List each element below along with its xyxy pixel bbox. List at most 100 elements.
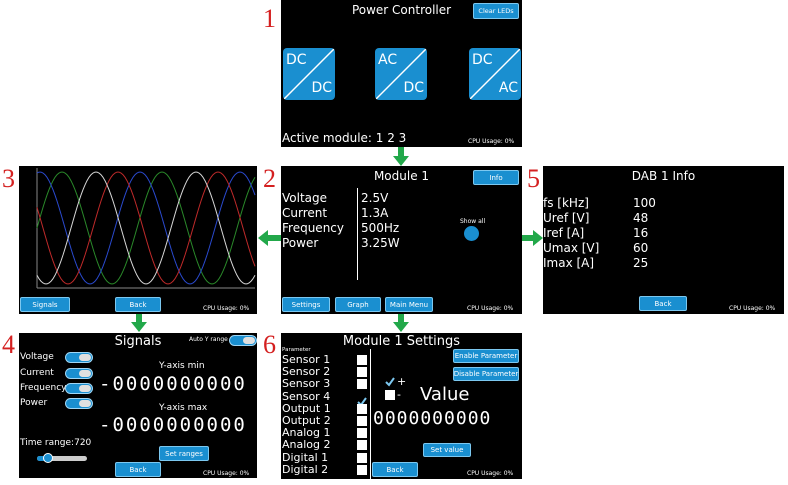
tile-top-label: DC (286, 52, 307, 68)
clear-leds-button[interactable]: Clear LEDs (473, 3, 519, 19)
param-sensor-4[interactable]: Sensor 4 (282, 390, 331, 403)
parameter-checkbox[interactable] (357, 452, 367, 463)
y-axis-max-label: Y-axis max (159, 403, 208, 413)
ac-dc-module-tile[interactable]: AC DC (375, 48, 427, 100)
toggle-knob (79, 370, 91, 377)
label-umax: Umax [V] (543, 241, 600, 255)
label-power: Power (282, 236, 319, 250)
step-number-1: 1 (263, 4, 276, 33)
signal-trace-4 (36, 171, 256, 285)
value-power: 3.25W (361, 236, 400, 250)
auto-y-range-toggle[interactable] (229, 335, 257, 346)
parameter-checkbox[interactable] (357, 464, 367, 475)
value-frequency: 500Hz (361, 221, 400, 235)
show-all-button[interactable] (464, 226, 479, 241)
screen-dab-info: DAB 1 Info fs [kHz] Uref [V] Iref [A] Um… (543, 166, 784, 314)
param-sensor-3[interactable]: Sensor 3 (282, 378, 331, 390)
value-voltage: 2.5V (361, 191, 389, 205)
arrow-down-icon (393, 314, 409, 332)
y-axis-min-input[interactable]: -0000000000 (99, 373, 247, 395)
plus-checkbox[interactable] (385, 377, 395, 387)
value-input[interactable]: 0000000000 (373, 408, 491, 429)
parameter-checkbox[interactable] (357, 355, 367, 365)
set-value-button[interactable]: Set value (423, 443, 471, 457)
time-range-label: Time range:720 (20, 438, 92, 448)
settings-button[interactable]: Settings (282, 297, 330, 312)
parameter-checkbox-checked[interactable] (357, 391, 367, 407)
signal-trace-2 (36, 171, 256, 285)
value-label: Value (420, 384, 470, 405)
screen-graph: Signals Back CPU Usage: 0% (19, 166, 257, 314)
arrow-left-icon (258, 230, 281, 246)
info-button[interactable]: Info (473, 170, 519, 185)
dab-parameter-labels: fs [kHz] Uref [V] Iref [A] Umax [V] Imax… (543, 196, 599, 271)
tile-bottom-label: DC (403, 80, 424, 96)
cpu-usage: CPU Usage: 0% (467, 470, 514, 477)
graph-button[interactable]: Graph (335, 297, 381, 312)
label-fs: fs [kHz] (543, 196, 589, 210)
toggle-knob (79, 385, 91, 392)
checkmark-icon (385, 377, 395, 387)
current-toggle[interactable] (65, 368, 93, 379)
tile-bottom-label: DC (311, 80, 332, 96)
screen-signals: Signals Auto Y range Voltage Current Fre… (19, 333, 257, 478)
cpu-usage: CPU Usage: 0% (203, 305, 250, 312)
signals-button[interactable]: Signals (20, 297, 70, 312)
param-digital-1[interactable]: Digital 1 (282, 451, 331, 464)
main-menu-button[interactable]: Main Menu (385, 297, 433, 312)
cpu-usage: CPU Usage: 0% (729, 305, 776, 312)
step-number-4: 4 (2, 330, 15, 359)
frequency-toggle[interactable] (65, 383, 93, 394)
cpu-usage: CPU Usage: 0% (203, 470, 250, 477)
value-umax: 60 (633, 241, 649, 255)
dab-parameter-values: 100 48 16 60 25 (633, 196, 656, 271)
toggle-knob (243, 337, 255, 344)
power-toggle[interactable] (65, 398, 93, 409)
divider (370, 349, 371, 479)
slider-handle[interactable] (43, 453, 53, 463)
tile-top-label: AC (378, 52, 398, 68)
screen-module-settings: Module 1 Settings Parameter Sensor 1 Sen… (281, 333, 522, 479)
set-ranges-button[interactable]: Set ranges (159, 446, 209, 461)
parameter-checkbox[interactable] (357, 403, 367, 414)
y-axis-min-label: Y-axis min (159, 361, 205, 371)
arrow-down-icon (393, 147, 409, 166)
screen-module-1: Module 1 Info Voltage Current Frequency … (281, 166, 522, 314)
show-all-label: Show all (460, 218, 486, 225)
parameter-checkbox[interactable] (357, 379, 367, 390)
parameter-checkbox[interactable] (357, 440, 367, 451)
param-analog-2[interactable]: Analog 2 (282, 439, 331, 451)
dc-dc-module-tile[interactable]: DC DC (283, 48, 335, 100)
plus-label: + (397, 375, 407, 388)
signal-label-frequency: Frequency (20, 383, 67, 393)
cpu-usage: CPU Usage: 0% (468, 138, 515, 145)
auto-y-range-label: Auto Y range (189, 336, 228, 343)
parameter-checkbox[interactable] (357, 367, 367, 378)
back-button[interactable]: Back (372, 462, 418, 477)
parameter-checkbox[interactable] (357, 416, 367, 426)
divider (357, 188, 358, 280)
back-button[interactable]: Back (115, 297, 161, 312)
enable-parameter-button[interactable]: Enable Parameter (453, 349, 519, 363)
y-axis-max-input[interactable]: -0000000000 (99, 414, 247, 436)
signal-plot-svg (36, 168, 256, 289)
active-module-text: Active module: 1 2 3 (282, 131, 407, 145)
dc-ac-module-tile[interactable]: DC AC (469, 48, 521, 100)
time-range-slider[interactable] (37, 453, 87, 463)
parameter-list: Sensor 1 Sensor 2 Sensor 3 Sensor 4 Outp… (282, 353, 331, 476)
minus-checkbox[interactable] (385, 390, 395, 400)
tile-top-label: DC (472, 52, 493, 68)
toggle-knob (79, 354, 91, 361)
back-button[interactable]: Back (115, 462, 161, 477)
label-uref: Uref [V] (543, 211, 590, 225)
param-digital-2[interactable]: Digital 2 (282, 463, 331, 476)
voltage-toggle[interactable] (65, 352, 93, 363)
value-iref: 16 (633, 226, 649, 240)
parameter-checkbox[interactable] (357, 428, 367, 439)
disable-parameter-button[interactable]: Disable Parameter (453, 367, 519, 381)
measurement-values: 2.5V 1.3A 500Hz 3.25W (361, 191, 400, 251)
back-button[interactable]: Back (639, 296, 687, 311)
label-imax: Imax [A] (543, 256, 595, 270)
tile-bottom-label: AC (498, 80, 518, 96)
measurement-labels: Voltage Current Frequency Power (282, 191, 344, 251)
